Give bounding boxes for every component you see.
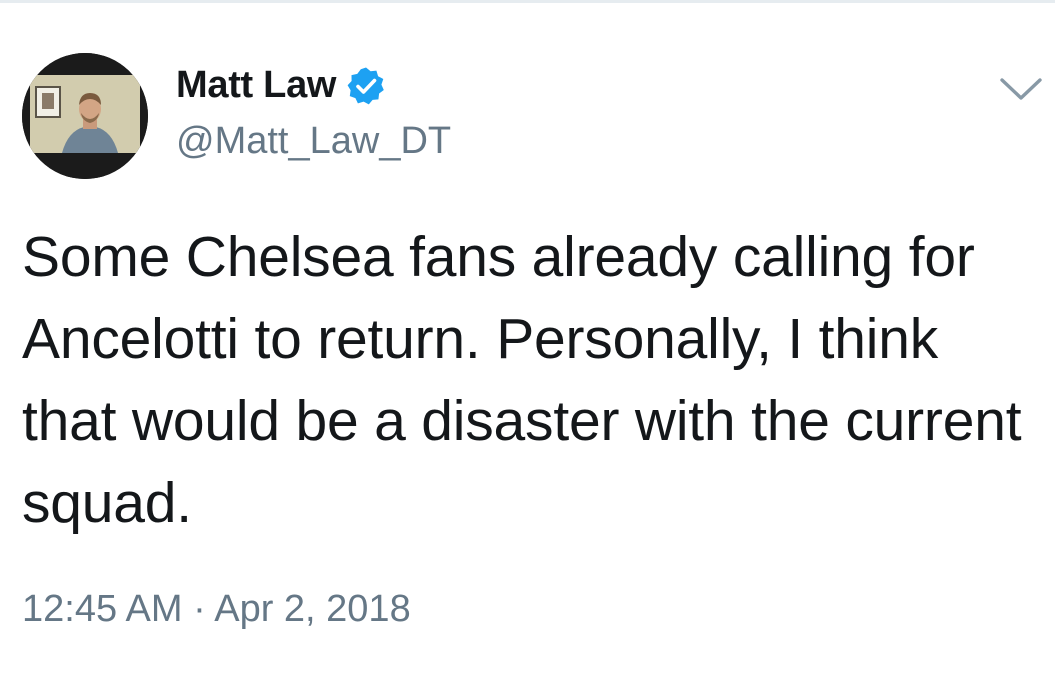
tweet-timestamp[interactable]: 12:45 AM · Apr 2, 2018 (22, 588, 411, 631)
author-handle[interactable]: @Matt_Law_DT (176, 120, 451, 163)
avatar-photo-icon (22, 53, 148, 179)
chevron-down-icon[interactable] (998, 72, 1044, 106)
author-name-text[interactable]: Matt Law (176, 64, 336, 107)
top-divider (0, 0, 1055, 3)
author-display-name[interactable]: Matt Law (176, 64, 386, 107)
verified-badge-icon (346, 66, 386, 106)
avatar[interactable] (22, 53, 148, 179)
tweet-text: Some Chelsea fans already calling for An… (22, 225, 1022, 535)
